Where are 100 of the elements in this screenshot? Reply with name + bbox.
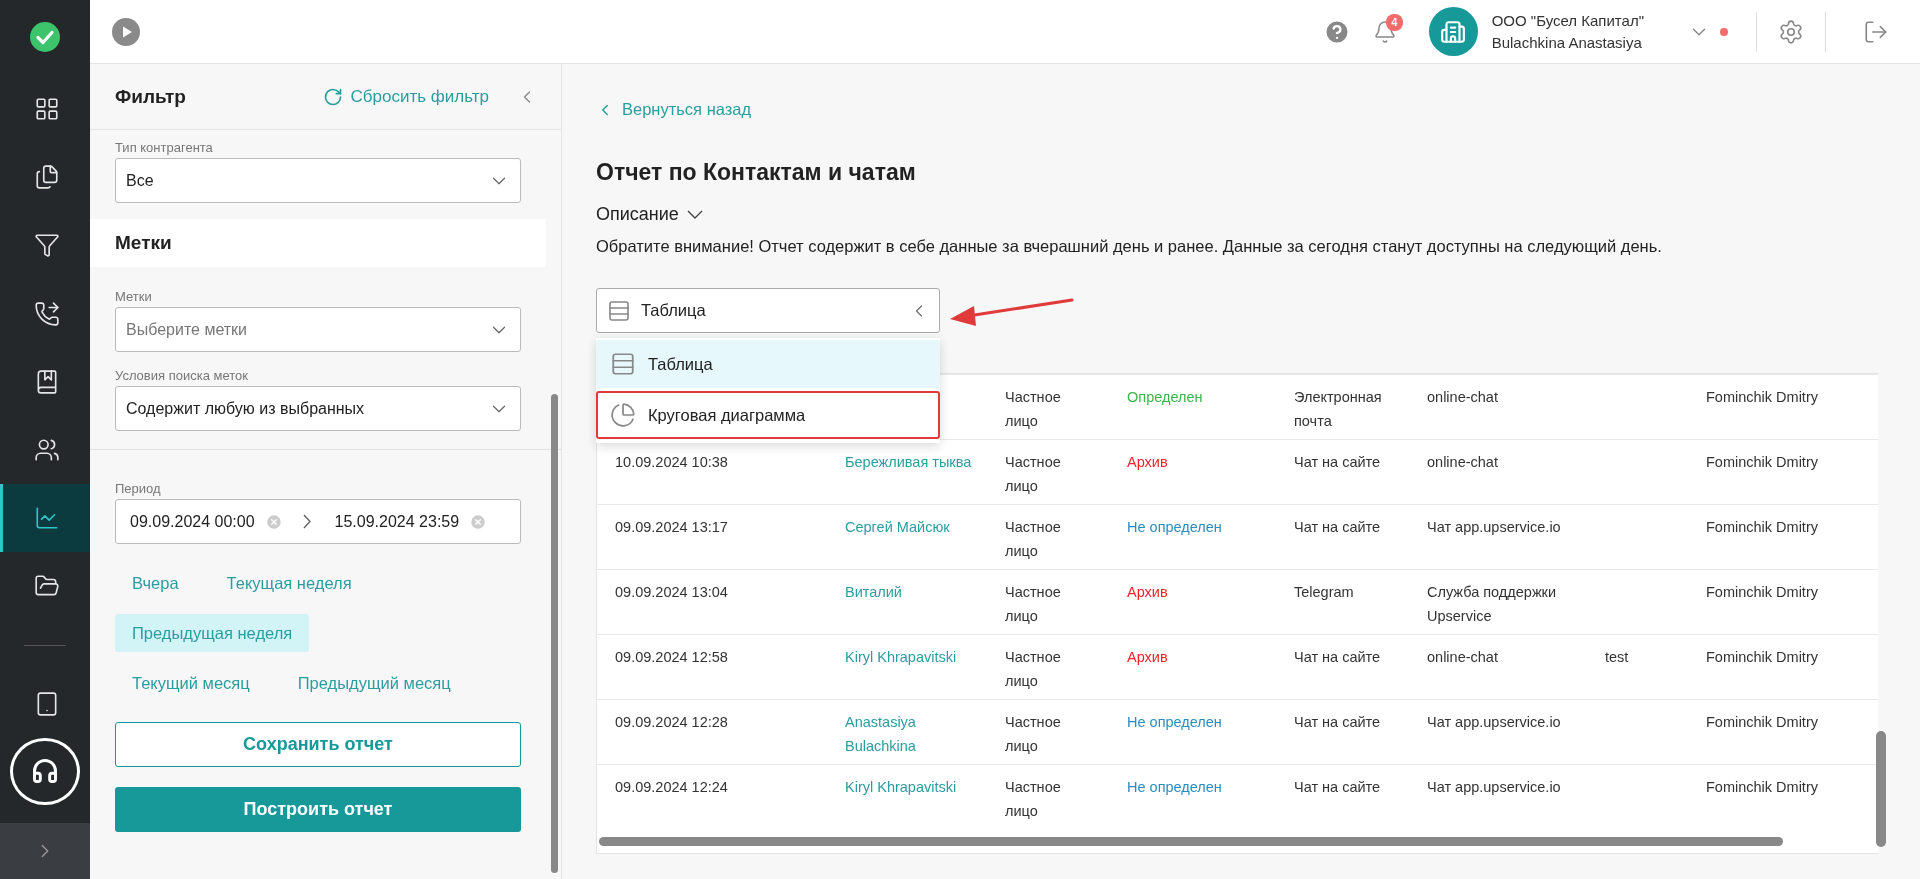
operator-cell-text: Fominchik Dmitry [1706,583,1819,602]
period-preset-button[interactable]: Вчера [115,564,196,602]
contact-link[interactable]: Бережливая тыква [845,450,973,474]
chevron-down-icon [686,209,703,220]
status-cell-text: Архив [1127,583,1169,602]
condition-select[interactable]: Содержит любую из выбранных [115,386,521,431]
field-label: Метки [115,289,153,304]
status-cell-text: Не определен [1127,713,1223,732]
scrollbar-thumb[interactable] [1876,731,1886,847]
date-cell-text: 09.09.2024 13:17 [615,518,729,537]
scrollbar-thumb[interactable] [599,836,1783,846]
type-cell-text: Частное лицо [1005,388,1062,431]
source-cell-text: Чат app.upservice.io [1427,778,1562,797]
date-cell-text: 09.09.2024 12:24 [615,778,729,797]
status-cell-text: Не определен [1127,518,1223,537]
notifications-button[interactable]: 4 [1360,7,1409,56]
source-cell-text: online-chat [1427,648,1499,667]
status-cell-text: Не определен [1127,778,1223,797]
type-cell-text: Частное лицо [1005,453,1062,496]
operator-cell-text: Fominchik Dmitry [1706,388,1819,407]
period-preset-button[interactable]: Предыдущий месяц [280,664,468,702]
documents-icon [33,164,60,191]
headphones-icon [31,757,59,786]
source-cell-text: online-chat [1427,453,1499,472]
source-cell-text: Чат app.upservice.io [1427,713,1562,732]
channel-cell-text: Чат на сайте [1294,453,1382,472]
type-cell-text: Частное лицо [1005,778,1062,821]
channel-cell-text: Чат на сайте [1294,518,1382,537]
period-preset-button[interactable]: Текущий месяц [115,664,267,702]
funnel-icon [33,232,60,259]
support-button[interactable] [10,737,80,806]
operator-cell-text: Fominchik Dmitry [1706,713,1819,732]
grid-icon [33,96,60,123]
notification-count: 4 [1385,13,1403,31]
table-icon [610,351,636,377]
counterparty-select[interactable]: Все [115,158,521,203]
channel-cell-text: Чат на сайте [1294,778,1382,797]
status-cell-text: Определен [1127,388,1204,407]
view-option[interactable]: Круговая диаграмма [596,391,940,439]
view-option[interactable]: Таблица [596,340,940,388]
notice-text: Обратите внимание! Отчет содержит в себе данные за вчерашний день и ранее. Данные за сегодня станут доступны на следующий день. [596,237,1663,256]
report-title: Отчет по Контактам и чатам [596,159,917,186]
period-preset-button[interactable]: Текущая неделя [209,564,369,602]
view-select[interactable]: Таблица [596,288,940,333]
source-cell-text: Служба поддержки Upservice [1427,583,1558,626]
logo-icon [30,22,60,53]
status-cell-text: Архив [1127,453,1169,472]
build-report-button[interactable]: Построить отчет [115,787,521,832]
chevron-right-icon [302,514,311,529]
contact-link[interactable]: Виталий [845,580,973,604]
date-cell-text: 09.09.2024 12:28 [615,713,729,732]
logout-icon [1863,18,1889,45]
status-dot [1720,27,1728,36]
contact-link[interactable]: Kiryl Khrapavitski [845,775,973,799]
pie-chart-icon [610,402,636,428]
save-report-button[interactable]: Сохранить отчет [115,722,521,767]
table-cell-text: test [1605,648,1630,667]
operator-cell-text: Fominchik Dmitry [1706,648,1819,667]
contact-link[interactable]: Anastasiya Bulachkina [845,710,973,758]
date-cell-text: 09.09.2024 13:04 [615,583,729,602]
contact-link[interactable]: Сергей Майсюк [845,515,973,539]
type-cell-text: Частное лицо [1005,583,1062,626]
operator-cell-text: Fominchik Dmitry [1706,518,1819,537]
period-preset-button[interactable]: Предыдущая неделя [115,614,310,652]
play-icon[interactable] [112,17,140,46]
chart-icon [33,505,60,532]
channel-cell-text: Telegram [1294,583,1355,602]
scrollbar-thumb[interactable] [551,394,558,873]
channel-cell-text: Чат на сайте [1294,648,1382,667]
field-label: Условия поиска меток [115,368,249,383]
channel-cell-text: Электронная почта [1294,388,1383,431]
user-name: Bulachkina Anastasiya [1491,34,1643,51]
building-icon [1440,18,1467,45]
nav-item[interactable] [0,484,90,553]
tags-select[interactable]: Выберите метки [115,307,521,352]
refresh-icon [322,86,343,107]
filter-title: Фильтр [115,85,187,108]
reset-filter-button[interactable]: Сбросить фильтр [322,86,489,107]
field-label: Период [115,481,162,496]
users-icon [33,437,60,464]
type-cell-text: Частное лицо [1005,518,1062,561]
settings-icon [1778,18,1804,45]
source-cell-text: online-chat [1427,388,1499,407]
bell-icon [1372,19,1397,44]
back-link[interactable]: Вернуться назад [596,100,752,119]
contact-link[interactable]: Kiryl Khrapavitski [845,645,973,669]
table-icon [607,298,631,323]
operator-cell-text: Fominchik Dmitry [1706,778,1819,797]
source-cell-text: Чат app.upservice.io [1427,518,1562,537]
date-cell-text: 10.09.2024 10:38 [615,453,729,472]
description-toggle[interactable]: Описание [596,204,703,225]
channel-cell-text: Чат на сайте [1294,713,1382,732]
phone-icon [33,300,60,327]
type-cell-text: Частное лицо [1005,713,1062,756]
date-cell-text: 09.09.2024 12:58 [615,648,729,667]
operator-cell-text: Fominchik Dmitry [1706,453,1819,472]
field-label: Тип контрагента [115,140,214,155]
type-cell-text: Частное лицо [1005,648,1062,691]
section-title: Метки [90,219,546,267]
status-cell-text: Архив [1127,648,1169,667]
